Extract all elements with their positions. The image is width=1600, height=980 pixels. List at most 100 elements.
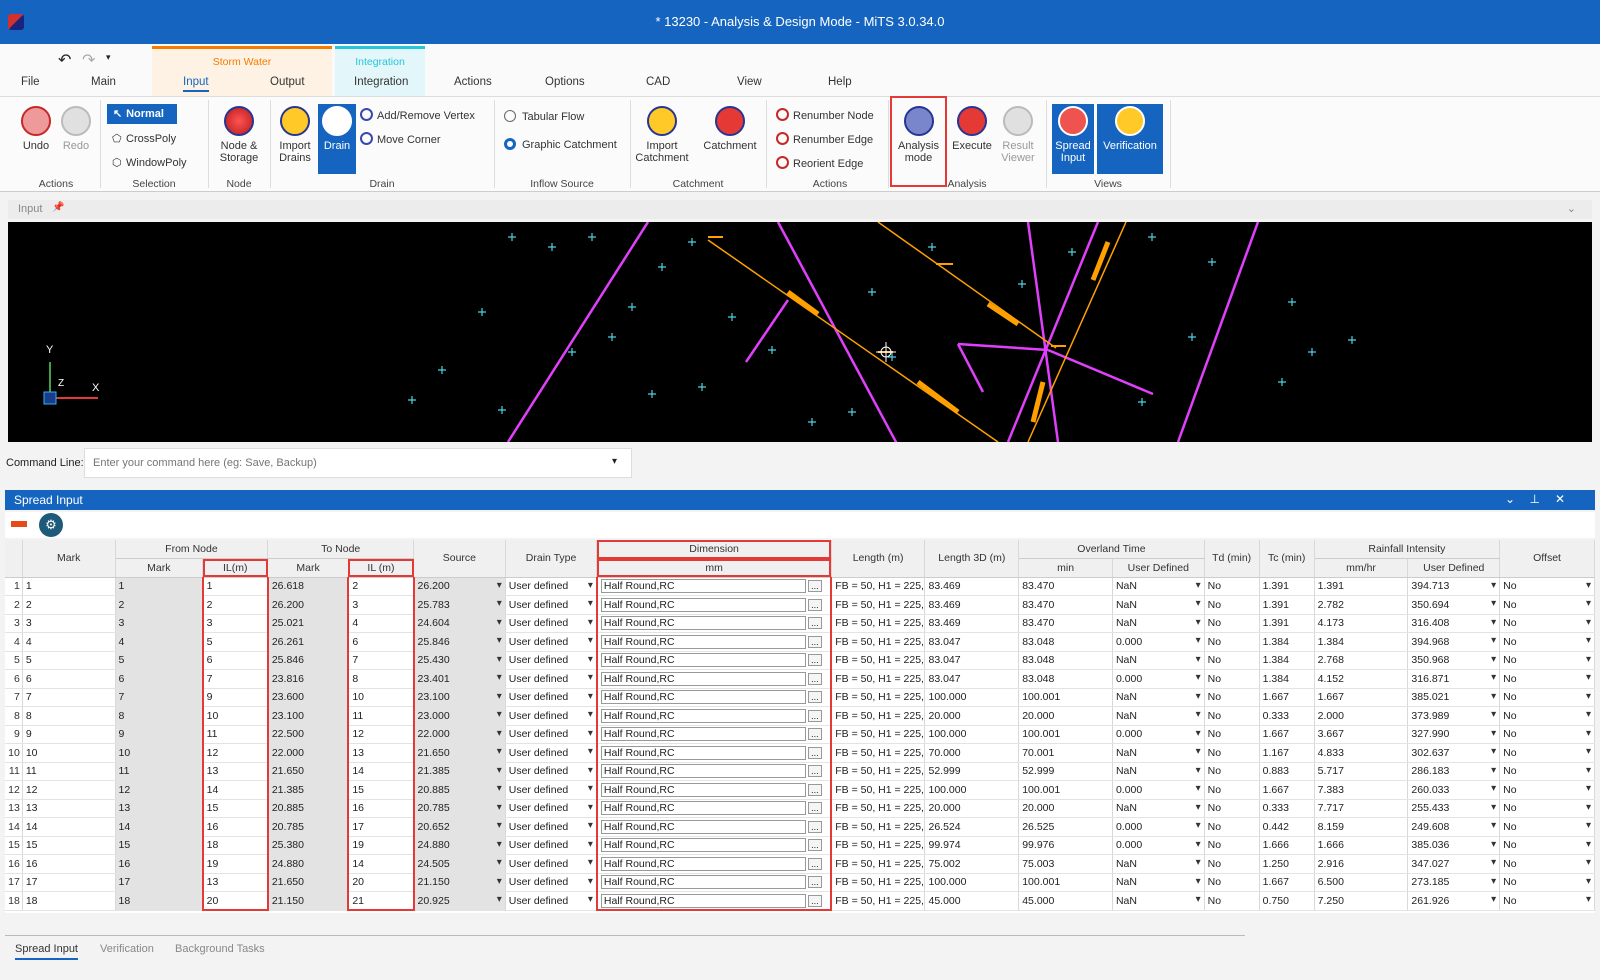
- dimension-cell[interactable]: Half Round,RC...: [595, 595, 833, 615]
- table-row[interactable]: 8881023.1001123.000User definedHalf Roun…: [5, 706, 1595, 726]
- dimension-edit-button[interactable]: ...: [807, 598, 822, 611]
- menu-actions[interactable]: Actions: [454, 76, 492, 88]
- column-header-mmhr[interactable]: mm/hr: [1314, 558, 1409, 578]
- drain-type-cell[interactable]: User defined: [505, 799, 598, 818]
- mark-cell[interactable]: 10: [22, 743, 116, 763]
- from-il-cell[interactable]: 12: [201, 743, 269, 763]
- rainfall-user-defined-cell[interactable]: 302.637: [1407, 743, 1501, 763]
- dimension-value[interactable]: Half Round,RC: [600, 875, 806, 890]
- source-cell[interactable]: 20.925: [413, 891, 506, 911]
- dimension-value[interactable]: Half Round,RC: [600, 690, 806, 705]
- tc-cell[interactable]: 0.883: [1259, 762, 1315, 781]
- tc-cell[interactable]: 1.384: [1259, 669, 1315, 689]
- from-il-cell[interactable]: 13: [201, 873, 269, 892]
- overland-user-defined-cell[interactable]: NaN: [1112, 651, 1205, 670]
- from-mark-cell[interactable]: 10: [115, 743, 204, 763]
- tc-cell[interactable]: 1.384: [1259, 632, 1315, 652]
- column-header-source[interactable]: Source: [413, 540, 506, 578]
- dimension-edit-button[interactable]: ...: [807, 580, 822, 593]
- drain-button[interactable]: Drain: [318, 104, 356, 174]
- dimension-edit-button[interactable]: ...: [807, 783, 822, 796]
- length3d-cell[interactable]: 83.469: [924, 614, 1020, 633]
- rainfall-cell[interactable]: 2.768: [1314, 651, 1409, 670]
- offset-cell[interactable]: No: [1499, 595, 1595, 615]
- length3d-cell[interactable]: 100.000: [924, 780, 1020, 800]
- dimension-value[interactable]: Half Round,RC: [600, 764, 806, 779]
- import-drains-button[interactable]: Import Drains: [274, 106, 316, 164]
- overland-min-cell[interactable]: 45.000: [1018, 891, 1113, 911]
- dimension-edit-button[interactable]: ...: [807, 654, 822, 667]
- to-il-cell[interactable]: 16: [347, 799, 415, 818]
- length-cell[interactable]: FB = 50, H1 = 225, W2 = 225, W1 = 225: [831, 836, 926, 855]
- reorient-edge-button[interactable]: Reorient Edge: [776, 156, 863, 170]
- to-il-cell[interactable]: 10: [347, 688, 415, 707]
- mark-cell[interactable]: 12: [22, 780, 116, 800]
- rainfall-cell[interactable]: 7.383: [1314, 780, 1409, 800]
- to-mark-cell[interactable]: 22.500: [267, 725, 349, 744]
- rainfall-user-defined-cell[interactable]: 394.713: [1407, 577, 1501, 596]
- menu-help[interactable]: Help: [828, 76, 852, 88]
- td-cell[interactable]: No: [1204, 891, 1260, 911]
- tab-integration[interactable]: Integration: [354, 76, 408, 88]
- offset-cell[interactable]: No: [1499, 688, 1595, 707]
- rainfall-user-defined-cell[interactable]: 260.033: [1407, 780, 1501, 800]
- mark-cell[interactable]: 1: [22, 577, 116, 596]
- mark-cell[interactable]: 5: [22, 651, 116, 670]
- analysis-mode-button[interactable]: Analysis mode: [890, 96, 947, 187]
- overland-user-defined-cell[interactable]: 0.000: [1112, 780, 1205, 800]
- from-mark-cell[interactable]: 13: [115, 799, 204, 818]
- to-il-cell[interactable]: 14: [347, 762, 415, 781]
- overland-min-cell[interactable]: 52.999: [1018, 762, 1113, 781]
- drain-type-cell[interactable]: User defined: [505, 762, 598, 781]
- length3d-cell[interactable]: 83.469: [924, 577, 1020, 596]
- source-cell[interactable]: 23.100: [413, 688, 506, 707]
- rainfall-user-defined-cell[interactable]: 316.871: [1407, 669, 1501, 689]
- rainfall-user-defined-cell[interactable]: 261.926: [1407, 891, 1501, 911]
- overland-user-defined-cell[interactable]: NaN: [1112, 891, 1205, 911]
- bottom-tab-verification[interactable]: Verification: [100, 943, 154, 955]
- to-mark-cell[interactable]: 23.600: [267, 688, 349, 707]
- to-il-cell[interactable]: 4: [347, 614, 415, 633]
- column-header-overland-min[interactable]: min: [1018, 558, 1113, 578]
- source-cell[interactable]: 23.401: [413, 669, 506, 689]
- offset-cell[interactable]: No: [1499, 669, 1595, 689]
- source-cell[interactable]: 20.885: [413, 780, 506, 800]
- dimension-cell[interactable]: Half Round,RC...: [595, 614, 833, 633]
- column-header-user-defined-2[interactable]: User Defined: [1407, 558, 1501, 578]
- from-il-cell[interactable]: 16: [201, 817, 269, 837]
- drain-type-cell[interactable]: User defined: [505, 873, 598, 892]
- offset-cell[interactable]: No: [1499, 799, 1595, 818]
- dimension-edit-button[interactable]: ...: [807, 876, 822, 889]
- td-cell[interactable]: No: [1204, 706, 1260, 726]
- to-mark-cell[interactable]: 25.846: [267, 651, 349, 670]
- length-cell[interactable]: FB = 50, H1 = 225, W2 = 225, W1 = 225: [831, 873, 926, 892]
- rainfall-cell[interactable]: 7.717: [1314, 799, 1409, 818]
- length3d-cell[interactable]: 83.469: [924, 595, 1020, 615]
- overland-min-cell[interactable]: 26.525: [1018, 817, 1113, 837]
- tabular-flow-radio[interactable]: Tabular Flow: [504, 110, 584, 123]
- source-cell[interactable]: 20.785: [413, 799, 506, 818]
- dimension-edit-button[interactable]: ...: [807, 635, 822, 648]
- rainfall-user-defined-cell[interactable]: 249.608: [1407, 817, 1501, 837]
- drain-type-cell[interactable]: User defined: [505, 614, 598, 633]
- dimension-cell[interactable]: Half Round,RC...: [595, 706, 833, 726]
- drain-type-cell[interactable]: User defined: [505, 577, 598, 596]
- dimension-value[interactable]: Half Round,RC: [600, 745, 806, 760]
- length-cell[interactable]: FB = 50, H1 = 225, W2 = 225, W1 = 225: [831, 780, 926, 800]
- offset-cell[interactable]: No: [1499, 743, 1595, 763]
- source-cell[interactable]: 21.150: [413, 873, 506, 892]
- source-cell[interactable]: 20.652: [413, 817, 506, 837]
- mark-cell[interactable]: 6: [22, 669, 116, 689]
- table-row[interactable]: 1313131520.8851620.785User definedHalf R…: [5, 799, 1595, 818]
- length3d-cell[interactable]: 100.000: [924, 725, 1020, 744]
- length3d-cell[interactable]: 83.047: [924, 632, 1020, 652]
- from-il-cell[interactable]: 1: [201, 577, 269, 596]
- overland-user-defined-cell[interactable]: 0.000: [1112, 817, 1205, 837]
- tc-cell[interactable]: 1.167: [1259, 743, 1315, 763]
- column-header-from-mark[interactable]: Mark: [115, 558, 204, 578]
- tc-cell[interactable]: 0.750: [1259, 891, 1315, 911]
- chevron-down-icon[interactable]: ▾: [612, 456, 617, 467]
- to-il-cell[interactable]: 3: [347, 595, 415, 615]
- to-mark-cell[interactable]: 26.618: [267, 577, 349, 596]
- dimension-cell[interactable]: Half Round,RC...: [595, 688, 833, 707]
